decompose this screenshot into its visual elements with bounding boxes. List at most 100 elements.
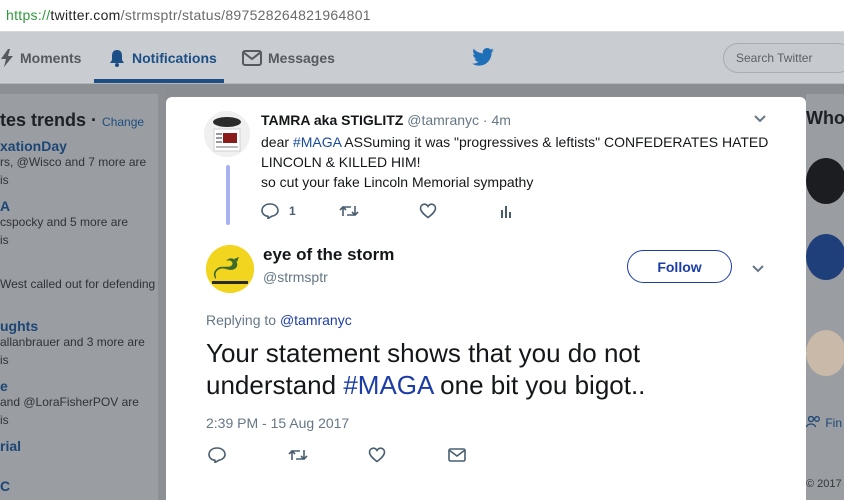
parent-avatar[interactable] bbox=[204, 111, 250, 157]
chevron-down-icon bbox=[754, 115, 766, 123]
parent-like-button[interactable] bbox=[419, 203, 499, 219]
parent-analytics-button[interactable] bbox=[499, 204, 513, 218]
parent-author-name[interactable]: TAMRA aka STIGLITZ bbox=[261, 112, 403, 128]
right-background bbox=[806, 94, 844, 500]
parent-reply-button[interactable]: 1 bbox=[261, 203, 339, 219]
main-avatar[interactable] bbox=[206, 245, 254, 293]
nav-messages[interactable]: Messages bbox=[242, 32, 335, 84]
nav-moments[interactable]: Moments bbox=[0, 32, 81, 84]
address-bar[interactable]: https://twitter.com/strmsptr/status/8975… bbox=[0, 0, 844, 32]
parent-tweet-actions: 1 bbox=[261, 203, 513, 219]
trend-desc-line: is bbox=[0, 352, 9, 368]
nav-moments-label: Moments bbox=[20, 50, 82, 66]
reply-icon bbox=[208, 447, 226, 463]
trend-name: e bbox=[0, 378, 8, 394]
parent-text-line1: ASSuming it was "progressives & leftists… bbox=[341, 134, 769, 150]
trend-name: C bbox=[0, 478, 11, 494]
tweet-timestamp[interactable]: 2:39 PM - 15 Aug 2017 bbox=[206, 415, 349, 431]
url-path: /strmsptr/status/897528264821964801 bbox=[120, 7, 371, 23]
trends-change-link[interactable]: Change bbox=[102, 115, 144, 129]
trend-name: ughts bbox=[0, 318, 39, 334]
parent-tweet-header: TAMRA aka STIGLITZ @tamranyc · 4m bbox=[261, 112, 511, 128]
parent-text-line3: so cut your fake Lincoln Memorial sympat… bbox=[261, 174, 534, 190]
trend-desc: cspocky and 5 more are bbox=[0, 215, 129, 229]
trend-item[interactable]: ughts allanbrauer and 3 more are bbox=[0, 318, 145, 350]
trend-desc-line: is bbox=[0, 232, 9, 248]
trend-desc-line: is bbox=[0, 172, 9, 188]
main-text-part2: one bit you bigot.. bbox=[432, 370, 646, 400]
replying-prefix: Replying to bbox=[206, 312, 280, 328]
bell-icon bbox=[110, 50, 124, 67]
twitter-bird-logo[interactable] bbox=[472, 48, 494, 71]
hashtag-link[interactable]: #MAGA bbox=[343, 370, 433, 400]
trend-name: rial bbox=[0, 438, 22, 454]
parent-tweet-text: dear #MAGA ASSuming it was "progressives… bbox=[261, 132, 781, 192]
trend-item[interactable]: West called out for defending bbox=[0, 276, 155, 292]
trends-title: tes trends · Change bbox=[0, 110, 145, 130]
search-input[interactable]: Search Twitter bbox=[723, 43, 844, 73]
trend-item[interactable]: e and @LoraFisherPOV are bbox=[0, 378, 139, 410]
reply-button[interactable] bbox=[208, 447, 288, 463]
trend-item[interactable]: Acspocky and 5 more are bbox=[0, 198, 128, 230]
trend-desc: is bbox=[0, 413, 9, 427]
trends-title-text: tes trends bbox=[0, 110, 87, 130]
direct-message-button[interactable] bbox=[448, 448, 466, 462]
replying-to-link[interactable]: @tamranyc bbox=[280, 312, 352, 328]
trend-desc: and @LoraFisherPOV are bbox=[0, 395, 139, 409]
main-author-handle[interactable]: @strmsptr bbox=[263, 269, 328, 285]
trend-name: xationDay bbox=[0, 138, 67, 154]
lightning-icon bbox=[1, 49, 13, 67]
avatar-image bbox=[204, 111, 250, 157]
copyright-text: © 2017 bbox=[806, 478, 842, 490]
parent-tweet-menu[interactable] bbox=[753, 111, 767, 127]
url-host: twitter.com bbox=[50, 7, 121, 23]
suggested-avatar[interactable] bbox=[806, 234, 844, 280]
replying-to: Replying to @tamranyc bbox=[206, 312, 352, 328]
twitter-bird-icon bbox=[472, 48, 494, 66]
follow-button[interactable]: Follow bbox=[627, 250, 732, 283]
find-people-label: Fin bbox=[825, 416, 843, 430]
trend-item[interactable]: rial bbox=[0, 438, 21, 454]
url-text[interactable]: https://twitter.com/strmsptr/status/8975… bbox=[6, 7, 371, 23]
trend-desc: is bbox=[0, 173, 9, 187]
main-tweet-actions bbox=[208, 447, 466, 463]
parent-author-handle[interactable]: @tamranyc bbox=[407, 112, 479, 128]
trend-desc: is bbox=[0, 353, 9, 367]
main-author-name[interactable]: eye of the storm bbox=[263, 245, 394, 265]
parent-tweet-time[interactable]: · 4m bbox=[483, 112, 511, 128]
retweet-button[interactable] bbox=[288, 448, 368, 462]
people-icon bbox=[805, 415, 820, 428]
suggested-avatar[interactable] bbox=[806, 330, 844, 376]
retweet-icon bbox=[288, 449, 308, 461]
trend-name: A bbox=[0, 198, 11, 214]
url-scheme: https:// bbox=[6, 7, 51, 23]
trend-desc: allanbrauer and 3 more are bbox=[0, 335, 145, 349]
heart-icon bbox=[368, 447, 386, 463]
main-tweet-menu[interactable] bbox=[751, 261, 765, 277]
chevron-down-icon bbox=[752, 265, 764, 273]
thread-connector-line bbox=[226, 165, 230, 225]
trend-desc: West called out for defending bbox=[0, 277, 156, 291]
like-button[interactable] bbox=[368, 447, 448, 463]
analytics-icon bbox=[501, 206, 511, 218]
find-people-link[interactable]: Fin bbox=[805, 415, 843, 430]
heart-icon bbox=[419, 203, 437, 219]
hashtag-link[interactable]: #MAGA bbox=[293, 134, 341, 150]
trend-desc-line: is bbox=[0, 412, 9, 428]
parent-retweet-button[interactable] bbox=[339, 204, 419, 218]
retweet-icon bbox=[339, 205, 359, 217]
nav-notifications[interactable]: Notifications bbox=[108, 32, 217, 84]
parent-reply-count: 1 bbox=[289, 204, 296, 218]
trend-desc: rs, @Wisco and 7 more are bbox=[0, 155, 147, 169]
active-tab-indicator bbox=[94, 79, 224, 83]
top-navigation: Moments Notifications Messages Search Tw… bbox=[0, 32, 844, 84]
envelope-icon bbox=[242, 50, 262, 66]
trend-item[interactable]: xationDay rs, @Wisco and 7 more are bbox=[0, 138, 146, 170]
trend-item[interactable]: C bbox=[0, 478, 10, 494]
reply-icon bbox=[261, 203, 279, 219]
trend-desc: is bbox=[0, 233, 9, 247]
main-tweet-text: Your statement shows that you do not und… bbox=[206, 337, 766, 401]
suggested-avatar[interactable] bbox=[806, 158, 844, 204]
nav-notifications-label: Notifications bbox=[132, 50, 217, 66]
tweet-modal: TAMRA aka STIGLITZ @tamranyc · 4m dear #… bbox=[166, 97, 806, 500]
